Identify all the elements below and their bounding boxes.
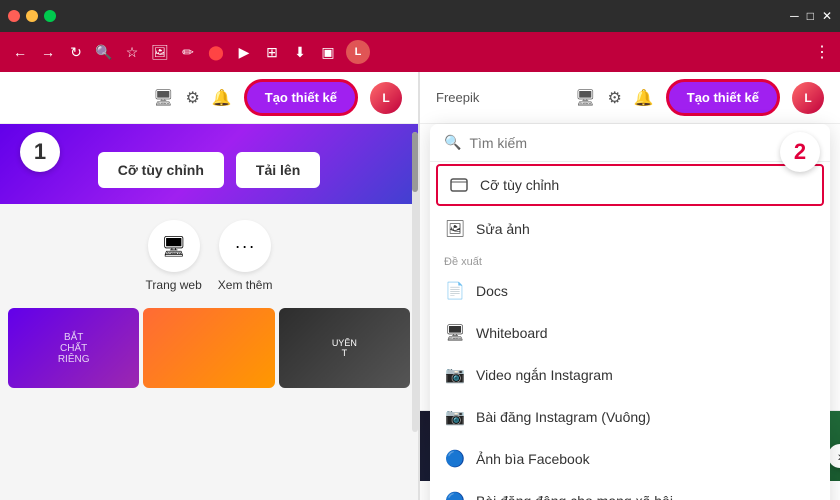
facebook-cover-icon: 🔵	[444, 448, 466, 470]
create-design-btn-left[interactable]: Tạo thiết kế	[244, 79, 358, 116]
window-chrome: ─ □ ✕	[0, 0, 840, 32]
custom-size-label: Cỡ tùy chỉnh	[480, 177, 559, 193]
window-controls	[8, 10, 56, 22]
whiteboard-label: Whiteboard	[476, 325, 548, 341]
more-label: Xem thêm	[218, 278, 273, 292]
social-animated-icon: 🔵	[444, 490, 466, 500]
close-window-icon[interactable]: ✕	[822, 9, 832, 23]
instagram-reel-label: Video ngắn Instagram	[476, 367, 613, 383]
record-icon[interactable]: ⬤	[206, 44, 226, 61]
step-2-badge: 2	[780, 132, 820, 172]
instagram-reel-item[interactable]: 📷 Video ngắn Instagram	[430, 354, 830, 396]
forward-icon[interactable]: →	[38, 44, 58, 60]
thumb-2	[143, 308, 274, 388]
bell-icon[interactable]: 🔔	[212, 88, 232, 108]
create-design-btn-right[interactable]: Tạo thiết kế	[666, 79, 780, 116]
upload-btn[interactable]: Tải lên	[236, 152, 320, 188]
search-box: 🔍	[430, 124, 830, 162]
whiteboard-icon: 🖥	[444, 322, 466, 344]
minimize-icon[interactable]: ─	[790, 9, 799, 23]
more-icon-circle[interactable]: ···	[219, 220, 271, 272]
thumbnail-row: BẮT CHẤT RIÊNG UYÊNT	[0, 308, 418, 396]
instagram-post-icon: 📷	[444, 406, 466, 428]
instagram-reel-icon: 📷	[444, 364, 466, 386]
minimize-button[interactable]	[26, 10, 38, 22]
edit-photo-label: Sửa ảnh	[476, 221, 530, 237]
social-animated-item[interactable]: 🔵 Bài đăng động cho mạng xã hội	[430, 480, 830, 500]
maximize-button[interactable]	[44, 10, 56, 22]
play-icon[interactable]: ▶	[234, 44, 254, 61]
scroll-indicator	[412, 132, 418, 432]
custom-size-icon	[448, 174, 470, 196]
right-panel: Freepik 🖥 ⚙ 🔔 Tạo thiết kế L 2 🔍	[420, 72, 840, 500]
download-icon[interactable]: ⬇	[290, 44, 310, 61]
section-label-suggest: Đề xuất	[430, 250, 830, 270]
close-button[interactable]	[8, 10, 20, 22]
website-label: Trang web	[146, 278, 202, 292]
list-item: 🖥 Trang web	[146, 220, 202, 292]
whiteboard-item[interactable]: 🖥 Whiteboard	[430, 312, 830, 354]
window-right-controls: ─ □ ✕	[790, 9, 832, 23]
custom-size-btn[interactable]: Cỡ tùy chỉnh	[98, 152, 224, 188]
edit-photo-item[interactable]: 🖼 Sửa ảnh	[430, 208, 830, 250]
social-animated-label: Bài đăng động cho mạng xã hội	[476, 493, 673, 500]
settings-icon[interactable]: ⚙	[185, 88, 199, 108]
dropdown-menu: 🔍 Cỡ tùy chỉnh 🖼 Sửa ảnh Đề xuất	[430, 124, 830, 500]
hero-section: Cỡ tùy chỉnh Tải lên	[0, 124, 418, 204]
docs-item[interactable]: 📄 Docs	[430, 270, 830, 312]
screenshot-icon[interactable]: 🖼	[150, 44, 170, 61]
refresh-icon[interactable]: ↻	[66, 44, 86, 61]
website-icon-circle[interactable]: 🖥	[148, 220, 200, 272]
bell-icon-right[interactable]: 🔔	[634, 88, 654, 108]
monitor-icon-right[interactable]: 🖥	[575, 88, 595, 108]
back-icon[interactable]: ←	[10, 44, 30, 60]
star-icon[interactable]: ☆	[122, 44, 142, 61]
instagram-post-label: Bài đăng Instagram (Vuông)	[476, 409, 651, 425]
restore-icon[interactable]: □	[807, 9, 814, 23]
facebook-cover-label: Ảnh bìa Facebook	[476, 451, 590, 467]
edit-photo-icon: 🖼	[444, 218, 466, 240]
freepik-nav-right: Freepik 🖥 ⚙ 🔔 Tạo thiết kế L	[420, 72, 840, 124]
facebook-cover-item[interactable]: 🔵 Ảnh bìa Facebook	[430, 438, 830, 480]
items-grid: 🖥 Trang web ··· Xem thêm	[0, 204, 418, 308]
user-avatar-left[interactable]: L	[370, 82, 402, 114]
docs-label: Docs	[476, 283, 508, 299]
search-input[interactable]	[469, 135, 816, 151]
scroll-thumb	[412, 132, 418, 192]
user-avatar[interactable]: L	[346, 40, 370, 64]
browser-toolbar: ← → ↻ 🔍 ☆ 🖼 ✏ ⬤ ▶ ⊞ ⬇ ▣ L ⋮	[0, 32, 840, 72]
step-1-badge: 1	[20, 132, 60, 172]
settings-icon-right[interactable]: ⚙	[607, 88, 621, 108]
search-icon-dropdown: 🔍	[444, 134, 461, 151]
freepik-title: Freepik	[436, 90, 479, 105]
more-options-icon[interactable]: ⋮	[814, 42, 830, 62]
left-panel: 🖥 ⚙ 🔔 Tạo thiết kế L 1 Cỡ tùy chỉnh Tải …	[0, 72, 420, 500]
freepik-nav-left: 🖥 ⚙ 🔔 Tạo thiết kế L	[0, 72, 418, 124]
list-item: ··· Xem thêm	[218, 220, 273, 292]
monitor-icon[interactable]: 🖥	[153, 88, 173, 108]
thumb-1: BẮT CHẤT RIÊNG	[8, 308, 139, 388]
user-avatar-right[interactable]: L	[792, 82, 824, 114]
edit-icon[interactable]: ✏	[178, 44, 198, 61]
thumb-3: UYÊNT	[279, 308, 410, 388]
instagram-post-item[interactable]: 📷 Bài đăng Instagram (Vuông)	[430, 396, 830, 438]
search-icon[interactable]: 🔍	[94, 44, 114, 61]
grid-icon[interactable]: ⊞	[262, 44, 282, 61]
docs-icon: 📄	[444, 280, 466, 302]
sidebar-icon[interactable]: ▣	[318, 44, 338, 61]
hero-buttons: Cỡ tùy chỉnh Tải lên	[98, 152, 321, 188]
custom-size-item[interactable]: Cỡ tùy chỉnh	[436, 164, 824, 206]
main-content: 🖥 ⚙ 🔔 Tạo thiết kế L 1 Cỡ tùy chỉnh Tải …	[0, 72, 840, 500]
